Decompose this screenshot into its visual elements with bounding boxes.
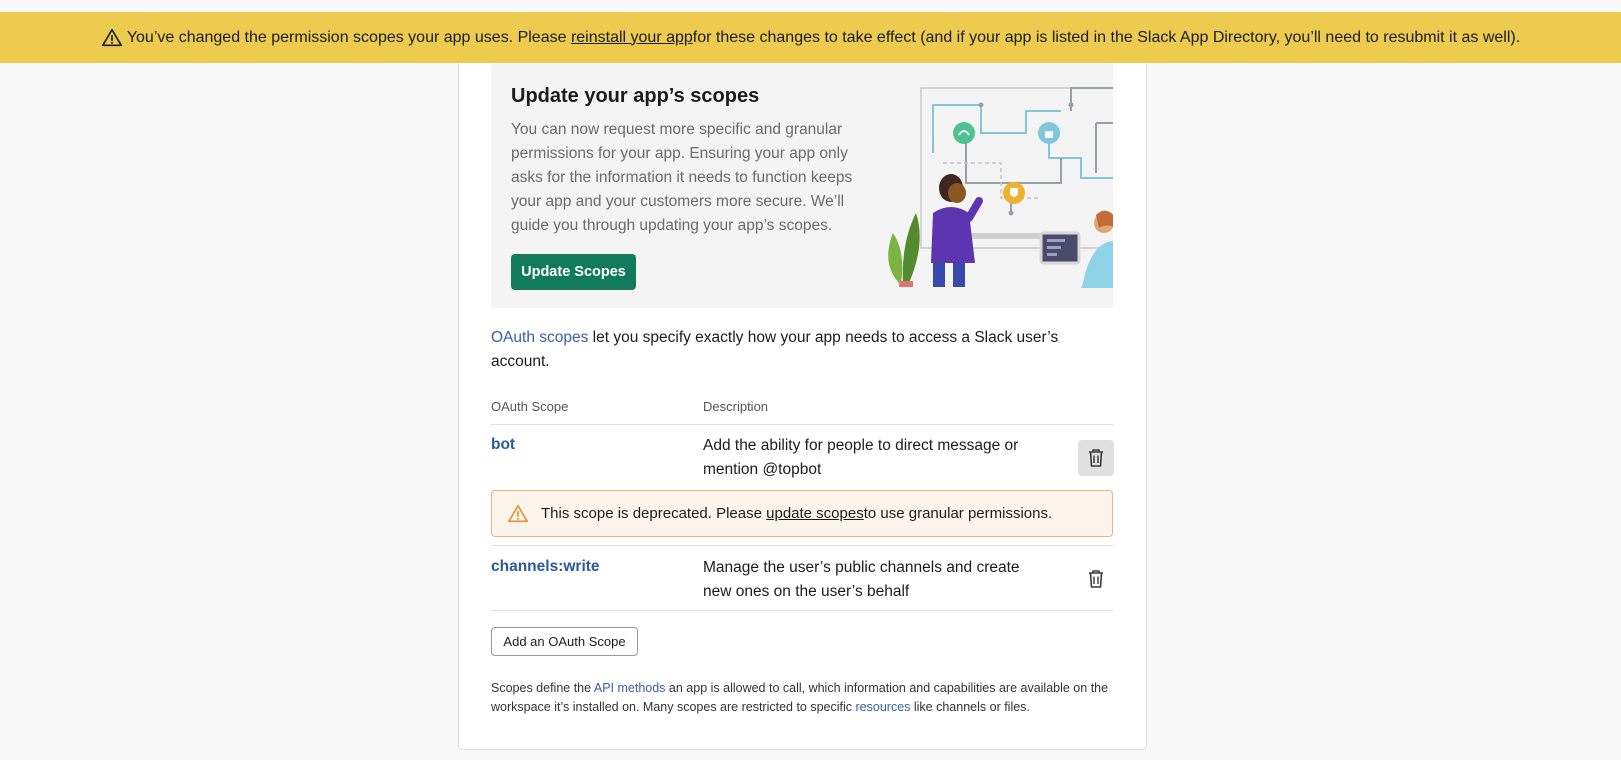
trash-icon: [1089, 449, 1103, 467]
deprecation-text-after: to use granular permissions.: [863, 505, 1053, 522]
oauth-scopes-link[interactable]: OAuth scopes: [491, 329, 588, 346]
delete-scope-button-bot[interactable]: [1078, 440, 1114, 476]
reinstall-app-link[interactable]: reinstall your app: [571, 29, 693, 47]
scopes-footnote: Scopes define the API methods an app is …: [491, 679, 1113, 717]
description-column-header: Description: [703, 399, 769, 414]
scope-name-channels-write[interactable]: channels:write: [491, 558, 600, 576]
warning-icon: [101, 28, 122, 46]
scopes-illustration: [888, 87, 1113, 288]
delete-scope-button-channels-write[interactable]: [1078, 561, 1114, 597]
add-oauth-scope-button[interactable]: Add an OAuth Scope: [491, 627, 638, 656]
table-divider: [491, 424, 1113, 425]
scope-name-bot[interactable]: bot: [491, 436, 515, 454]
update-scopes-button[interactable]: Update Scopes: [511, 254, 636, 290]
trash-icon: [1089, 570, 1103, 588]
table-divider: [491, 610, 1113, 611]
footnote-text-1: Scopes define the: [491, 681, 594, 695]
promo-description: You can now request more specific and gr…: [511, 121, 853, 234]
deprecation-text-before: This scope is deprecated. Please: [541, 505, 762, 522]
warning-icon: [508, 504, 528, 522]
oauth-scope-column-header: OAuth Scope: [491, 399, 569, 414]
promo-title: Update your app’s scopes: [511, 85, 760, 107]
banner-text-before: You’ve changed the permission scopes you…: [126, 28, 567, 46]
api-methods-link[interactable]: API methods: [594, 681, 666, 695]
update-scopes-promo: Update your app’s scopes You can now req…: [491, 63, 1113, 308]
deprecation-warning: This scope is deprecated. Please update …: [491, 490, 1113, 537]
oauth-intro: OAuth scopes let you specify exactly how…: [491, 326, 1091, 374]
table-divider: [491, 545, 1113, 546]
scope-description-bot: Add the ability for people to direct mes…: [703, 437, 1019, 478]
resources-link[interactable]: resources: [856, 700, 911, 714]
footnote-text-3: like channels or files.: [910, 700, 1030, 714]
scope-change-banner: You’ve changed the permission scopes you…: [0, 12, 1621, 63]
scope-description-channels-write: Manage the user’s public channels and cr…: [703, 559, 1020, 600]
banner-text-after: for these changes to take effect (and if…: [692, 28, 1521, 46]
update-scopes-link[interactable]: update scopes: [766, 505, 864, 522]
